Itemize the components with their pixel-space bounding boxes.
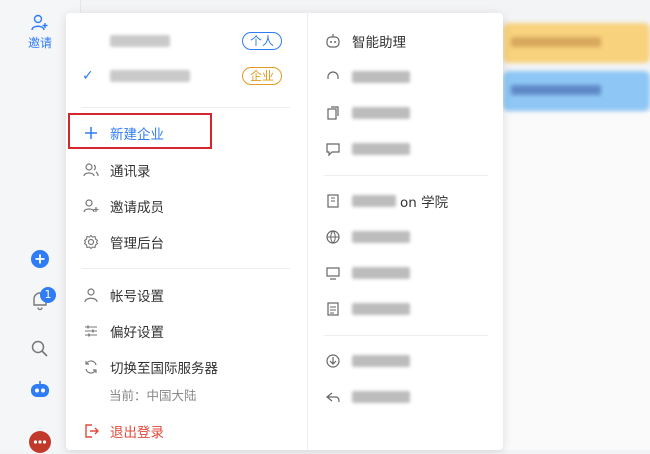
add-user-icon (31, 14, 48, 31)
user-icon (82, 286, 100, 304)
logout-button[interactable]: 退出登录 (82, 417, 292, 445)
banner-card[interactable] (503, 23, 650, 63)
switch-server-item[interactable]: 切换至国际服务器 (82, 353, 292, 381)
app-label-redacted (352, 391, 410, 403)
gear-icon (82, 233, 100, 251)
share-icon (324, 388, 342, 406)
copy-icon (324, 104, 342, 122)
academy-label: on 学院 (400, 195, 449, 211)
globe-icon (324, 228, 342, 246)
org-name-redacted (110, 35, 170, 47)
app-item-academy[interactable]: on 学院 (324, 187, 494, 215)
app-item[interactable] (324, 99, 494, 127)
app-label-redacted (352, 71, 410, 83)
new-org-label: 新建企业 (110, 127, 164, 143)
org-name-redacted (110, 70, 190, 82)
app-label-redacted (352, 107, 410, 119)
book-icon (324, 192, 342, 210)
app-item[interactable] (324, 223, 494, 251)
invite-button[interactable]: 邀请 (25, 14, 55, 51)
document-icon (324, 300, 342, 318)
switch-server-label: 切换至国际服务器 (110, 361, 218, 377)
more-icon[interactable] (28, 430, 52, 454)
app-item[interactable] (324, 347, 494, 375)
search-icon[interactable] (28, 337, 52, 361)
app-label-redacted (352, 267, 410, 279)
app-label-redacted (352, 355, 410, 367)
chat-icon (324, 140, 342, 158)
notification-badge: 1 (40, 287, 56, 303)
app-item[interactable] (324, 295, 494, 323)
contacts-item[interactable]: 通讯录 (82, 156, 292, 184)
app-item-assistant[interactable]: 智能助理 (324, 27, 494, 55)
divider (324, 175, 488, 176)
banner-card[interactable] (503, 71, 650, 111)
add-circle-icon[interactable] (28, 247, 52, 271)
app-label-redacted (352, 195, 396, 207)
app-item[interactable] (324, 63, 494, 91)
divider (324, 335, 488, 336)
download-icon (324, 352, 342, 370)
sliders-icon (82, 322, 100, 340)
current-region-text: 当前：中国大陆 (109, 388, 197, 403)
admin-item[interactable]: 管理后台 (82, 228, 292, 256)
plus-icon (82, 124, 100, 142)
personal-tag: 个人 (241, 32, 282, 50)
contacts-label: 通讯录 (110, 164, 151, 180)
company-tag: 企业 (241, 67, 282, 85)
robot-icon[interactable] (28, 378, 52, 402)
assistant-icon (324, 32, 342, 50)
app-label-redacted (352, 303, 410, 315)
divider (82, 268, 290, 269)
preferences-label: 偏好设置 (110, 325, 164, 341)
contacts-icon (82, 161, 100, 179)
admin-label: 管理后台 (110, 236, 164, 252)
check-icon: ✓ (82, 68, 94, 84)
app-item[interactable] (324, 135, 494, 163)
background-panel (503, 112, 650, 450)
invite-members-label: 邀请成员 (110, 200, 164, 216)
account-settings-item[interactable]: 帐号设置 (82, 281, 292, 309)
add-user-icon (82, 197, 100, 215)
refresh-icon (82, 358, 100, 376)
app-item[interactable] (324, 259, 494, 287)
org-item-company[interactable]: ✓ 企业 (82, 63, 290, 89)
app-label-redacted (352, 143, 410, 155)
assistant-label: 智能助理 (352, 35, 406, 51)
invite-members-item[interactable]: 邀请成员 (82, 192, 292, 220)
invite-label: 邀请 (27, 36, 52, 50)
preferences-item[interactable]: 偏好设置 (82, 317, 292, 345)
new-org-button[interactable]: 新建企业 (82, 119, 292, 147)
logout-label: 退出登录 (110, 425, 164, 441)
logout-icon (82, 422, 100, 440)
app-item[interactable] (324, 383, 494, 411)
app-label-redacted (352, 231, 410, 243)
account-menu-column: 个人 ✓ 企业 新建企业 通讯录 邀请成员 管理后台 帐号设置 偏好设置 切换至… (66, 13, 306, 450)
divider (82, 107, 290, 108)
monitor-icon (324, 264, 342, 282)
org-item-personal[interactable]: 个人 (82, 28, 290, 54)
headset-icon (324, 68, 342, 86)
apps-column: 智能助理 on 学院 (307, 13, 504, 450)
account-settings-label: 帐号设置 (110, 289, 164, 305)
account-menu-popup: 个人 ✓ 企业 新建企业 通讯录 邀请成员 管理后台 帐号设置 偏好设置 切换至… (66, 13, 503, 450)
